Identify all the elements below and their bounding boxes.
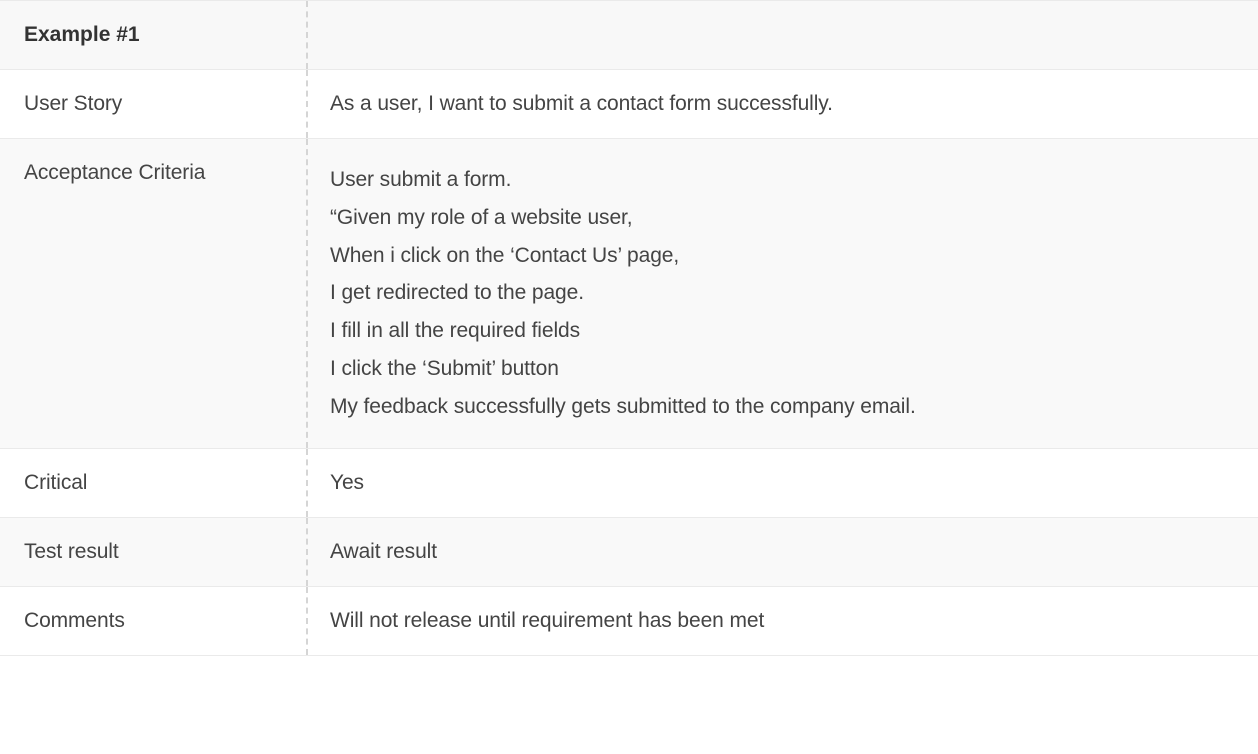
row-value-cell: As a user, I want to submit a contact fo… <box>308 70 1258 138</box>
row-label: User Story <box>24 92 122 115</box>
table-row: Comments Will not release until requireme… <box>0 587 1258 656</box>
row-value: Yes <box>330 471 364 494</box>
row-value-cell: User submit a form. “Given my role of a … <box>308 139 1258 448</box>
row-label-cell: Critical <box>0 449 308 517</box>
table-row: User Story As a user, I want to submit a … <box>0 70 1258 139</box>
header-value-cell <box>308 1 1258 69</box>
row-label-cell: Comments <box>0 587 308 655</box>
table-row: Test result Await result <box>0 518 1258 587</box>
row-label: Test result <box>24 540 119 563</box>
row-label-cell: Test result <box>0 518 308 586</box>
row-label: Critical <box>24 471 87 494</box>
table-header-row: Example #1 <box>0 0 1258 70</box>
row-label: Acceptance Criteria <box>24 161 205 184</box>
requirements-table: Example #1 User Story As a user, I want t… <box>0 0 1258 656</box>
row-value-cell: Await result <box>308 518 1258 586</box>
row-value: User submit a form. “Given my role of a … <box>330 168 916 418</box>
row-value-cell: Yes <box>308 449 1258 517</box>
header-title: Example #1 <box>24 23 140 46</box>
row-label: Comments <box>24 609 125 632</box>
row-label-cell: Acceptance Criteria <box>0 139 308 448</box>
header-title-cell: Example #1 <box>0 1 308 69</box>
row-label-cell: User Story <box>0 70 308 138</box>
table-row: Acceptance Criteria User submit a form. “… <box>0 139 1258 449</box>
row-value: As a user, I want to submit a contact fo… <box>330 92 833 115</box>
row-value: Await result <box>330 540 437 563</box>
table-row: Critical Yes <box>0 449 1258 518</box>
row-value: Will not release until requirement has b… <box>330 609 764 632</box>
row-value-cell: Will not release until requirement has b… <box>308 587 1258 655</box>
